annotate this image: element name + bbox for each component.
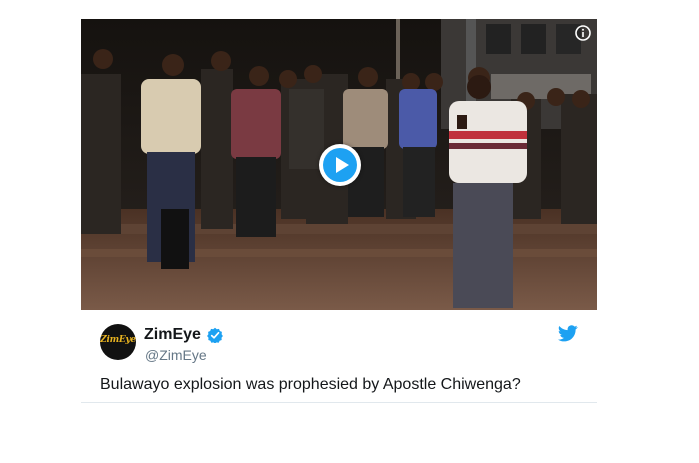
tweet-header: ZimEye ZimEye @ZimEye	[81, 310, 597, 370]
divider	[81, 402, 597, 403]
info-icon[interactable]	[575, 25, 591, 41]
verified-badge-icon	[207, 327, 223, 343]
avatar[interactable]: ZimEye	[100, 324, 136, 360]
play-icon	[323, 148, 357, 182]
display-name[interactable]: ZimEye	[144, 326, 201, 344]
twitter-bird-icon[interactable]	[558, 325, 578, 342]
avatar-logo-text: ZimEye	[100, 335, 136, 345]
play-button[interactable]	[319, 144, 361, 186]
handle[interactable]: @ZimEye	[145, 347, 207, 363]
tweet-text: Bulawayo explosion was prophesied by Apo…	[100, 376, 521, 393]
tweet-card[interactable]: ZimEye ZimEye @ZimEye Bulawayo explosion…	[81, 19, 597, 404]
video-media[interactable]	[81, 19, 597, 310]
